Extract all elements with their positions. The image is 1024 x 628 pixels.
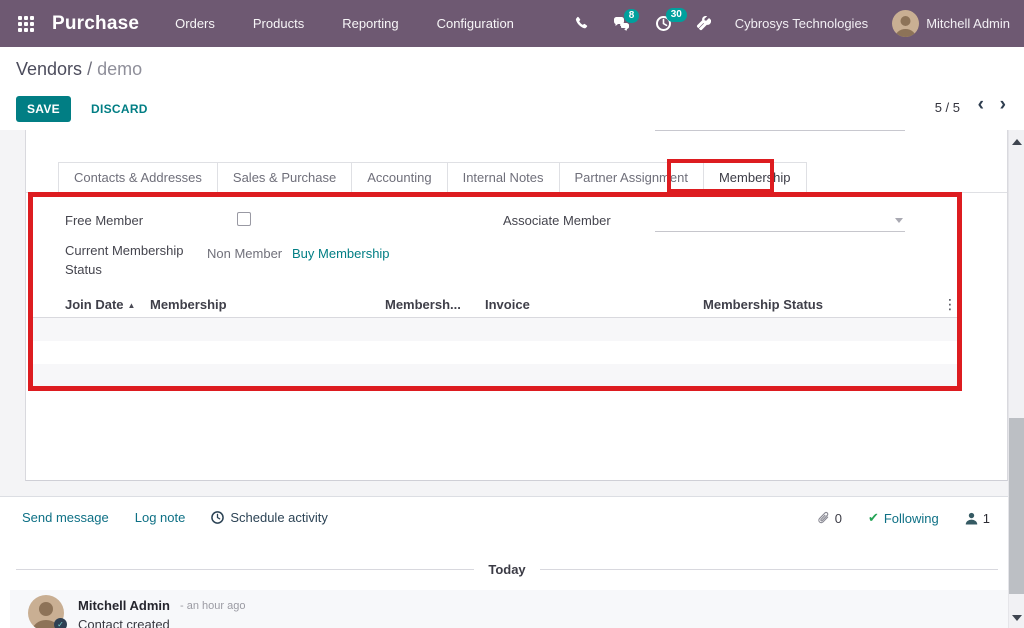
- column-membership-status[interactable]: Membership Status: [595, 297, 931, 312]
- apps-menu-icon[interactable]: [18, 16, 34, 32]
- column-membership[interactable]: Membership: [150, 297, 385, 312]
- message-body: Contact created: [78, 617, 170, 628]
- buy-membership-button[interactable]: Buy Membership: [292, 246, 390, 261]
- app-title[interactable]: Purchase: [52, 13, 139, 35]
- table-header-row: Join Date▲ Membership Membersh... Invoic…: [33, 292, 957, 318]
- current-membership-status-value: Non Member: [207, 246, 282, 261]
- scrollbar-thumb[interactable]: [1009, 418, 1024, 594]
- odoo-purchase-vendor-form: Purchase Orders Products Reporting Confi…: [0, 0, 1024, 628]
- chatter-message: ✓ Mitchell Admin - an hour ago Contact c…: [10, 590, 1008, 628]
- activities-badge: 30: [666, 8, 687, 22]
- send-message-button[interactable]: Send message: [22, 510, 109, 525]
- clock-icon: [211, 511, 224, 524]
- current-membership-status-label: Current Membership Status: [65, 241, 205, 279]
- empty-table-row: [33, 364, 957, 387]
- chevron-down-icon: [895, 218, 903, 223]
- menu-configuration[interactable]: Configuration: [437, 16, 514, 31]
- following-button[interactable]: ✔ Following: [868, 510, 939, 526]
- top-navbar: Purchase Orders Products Reporting Confi…: [0, 0, 1024, 47]
- check-icon: ✔: [868, 510, 879, 526]
- menu-reporting[interactable]: Reporting: [342, 16, 398, 31]
- column-join-date[interactable]: Join Date▲: [33, 297, 150, 312]
- attachments-button[interactable]: 0: [817, 511, 842, 526]
- free-member-checkbox[interactable]: [237, 212, 251, 226]
- user-menu[interactable]: Mitchell Admin: [892, 10, 1010, 37]
- message-type-badge: ✓: [54, 618, 67, 628]
- scroll-down-icon[interactable]: [1012, 615, 1022, 621]
- menu-products[interactable]: Products: [253, 16, 304, 31]
- vertical-scrollbar[interactable]: [1008, 130, 1024, 628]
- associate-member-select[interactable]: [655, 209, 905, 232]
- message-timestamp: - an hour ago: [180, 600, 245, 612]
- empty-table-row: [33, 341, 957, 364]
- clipped-field-underline: [655, 130, 905, 131]
- tab-partner-assignment[interactable]: Partner Assignment: [559, 162, 704, 193]
- user-avatar: [892, 10, 919, 37]
- phone-icon[interactable]: [574, 16, 589, 31]
- save-button[interactable]: SAVE: [16, 96, 71, 122]
- pager-next-icon[interactable]: ›: [1000, 94, 1006, 116]
- paperclip-icon: [817, 511, 830, 525]
- chatter-toolbar-right: 0 ✔ Following 1: [817, 510, 990, 526]
- date-divider-label: Today: [488, 562, 525, 577]
- divider-line: [16, 569, 474, 570]
- messages-badge: 8: [624, 9, 640, 23]
- notebook-tabs: Contacts & Addresses Sales & Purchase Ac…: [58, 162, 807, 193]
- navbar-right: 8 30 Cybrosys Technologies Mitchell Admi…: [574, 10, 1010, 37]
- column-membership-truncated[interactable]: Membersh...: [385, 297, 475, 312]
- breadcrumb-separator: /: [87, 59, 92, 79]
- breadcrumb-current: demo: [97, 59, 142, 79]
- divider-line: [540, 569, 998, 570]
- date-divider: Today: [16, 562, 998, 577]
- tab-membership[interactable]: Membership: [703, 162, 807, 193]
- tab-internal-notes[interactable]: Internal Notes: [447, 162, 560, 193]
- company-switcher[interactable]: Cybrosys Technologies: [735, 16, 868, 31]
- table-options-kebab-icon[interactable]: ⋮: [931, 297, 957, 313]
- membership-lines-table: Join Date▲ Membership Membersh... Invoic…: [33, 292, 957, 387]
- pager-previous-icon[interactable]: ‹: [978, 94, 984, 116]
- associate-member-label: Associate Member: [503, 213, 611, 228]
- followers-button[interactable]: 1: [965, 511, 990, 526]
- free-member-label: Free Member: [65, 213, 143, 228]
- tools-icon[interactable]: [696, 16, 711, 31]
- empty-table-row: [33, 318, 957, 341]
- person-icon: [965, 512, 978, 525]
- attachments-count: 0: [835, 511, 842, 526]
- message-author: Mitchell Admin: [78, 598, 170, 613]
- tab-sales-purchase[interactable]: Sales & Purchase: [217, 162, 352, 193]
- schedule-activity-button[interactable]: Schedule activity: [211, 510, 328, 525]
- discard-button[interactable]: DISCARD: [81, 96, 158, 122]
- breadcrumb: Vendors/demo: [16, 59, 142, 80]
- tab-contacts-addresses[interactable]: Contacts & Addresses: [58, 162, 218, 193]
- user-name: Mitchell Admin: [926, 16, 1010, 31]
- breadcrumb-vendors[interactable]: Vendors: [16, 59, 82, 79]
- followers-count: 1: [983, 511, 990, 526]
- messages-icon[interactable]: 8: [613, 16, 631, 32]
- following-label: Following: [884, 511, 939, 526]
- pager-counter: 5 / 5: [935, 100, 960, 115]
- main-menu: Orders Products Reporting Configuration: [175, 16, 514, 31]
- sort-asc-icon: ▲: [128, 301, 136, 310]
- column-invoice[interactable]: Invoice: [475, 297, 595, 312]
- chatter-buttons: Send message Log note Schedule activity: [22, 510, 328, 525]
- log-note-button[interactable]: Log note: [135, 510, 186, 525]
- activities-icon[interactable]: 30: [655, 15, 672, 32]
- tab-accounting[interactable]: Accounting: [351, 162, 447, 193]
- menu-orders[interactable]: Orders: [175, 16, 215, 31]
- scroll-up-icon[interactable]: [1012, 139, 1022, 145]
